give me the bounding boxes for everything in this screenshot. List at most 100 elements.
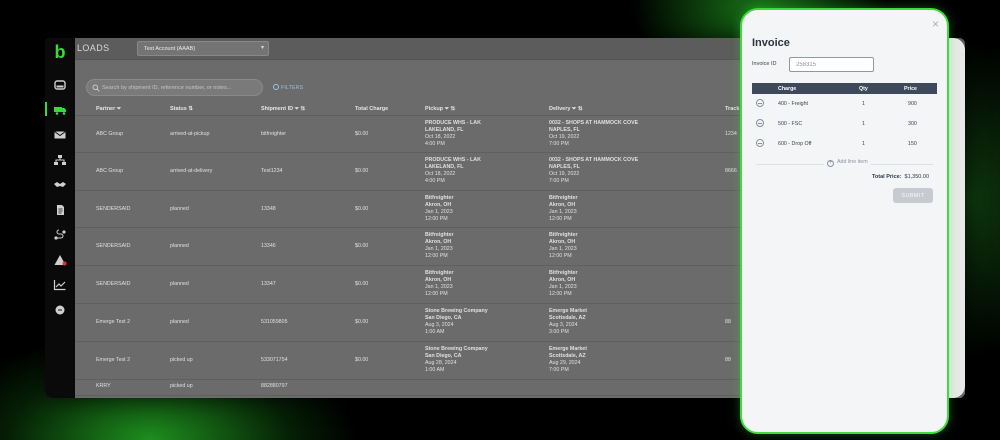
- status-cell: arrived-at-pickup: [170, 131, 210, 137]
- add-line-item-button[interactable]: + Add line item: [752, 158, 937, 170]
- search-box[interactable]: [86, 79, 263, 96]
- route-icon[interactable]: [53, 228, 67, 240]
- status-cell: arrived-at-delivery: [170, 168, 213, 174]
- track-cell: 8666: [725, 168, 737, 174]
- pickup-cell: Bitfreighter Akron, OH Jan 1, 2023 12:00 PM: [425, 270, 454, 298]
- delivery-name: Bitfreighter: [549, 270, 578, 276]
- submit-button[interactable]: SUBMIT: [893, 188, 933, 203]
- delivery-time: 7:00 PM: [549, 367, 569, 373]
- line-qty[interactable]: 1: [862, 141, 865, 147]
- invoice-table-header: Charge Qty Price: [752, 83, 937, 94]
- remove-line-icon[interactable]: [756, 119, 764, 127]
- chat-icon[interactable]: [53, 303, 67, 315]
- pickup-date: Jan 1, 2023: [425, 209, 453, 215]
- pickup-date: Aug 28, 2024: [425, 360, 457, 366]
- delivery-cell: 0032 - SHOPS AT HAMMOCK COVE NAPLES, FL Oc…: [549, 120, 638, 148]
- line-charge[interactable]: 500 - FSC: [778, 121, 802, 127]
- account-select[interactable]: Test Account (AAAB) ▾: [137, 41, 269, 56]
- invoice-line-item: 600 - Drop Off 1 150: [752, 134, 937, 154]
- pickup-city: Akron, OH: [425, 277, 452, 283]
- document-icon[interactable]: [53, 203, 67, 215]
- partner-cell: Emerge Test 2: [96, 319, 131, 325]
- total-price: Total Price: $1,350.00: [872, 174, 929, 180]
- invoice-line-item: 400 - Freight 1 900: [752, 94, 937, 114]
- filter-icon: [273, 84, 279, 90]
- pickup-city: Akron, OH: [425, 202, 452, 208]
- truck-icon[interactable]: [53, 103, 67, 115]
- line-charge[interactable]: 400 - Freight: [778, 101, 808, 107]
- delivery-city: Scottsdale, AZ: [549, 315, 586, 321]
- column-header-status[interactable]: Status ⇅: [170, 106, 193, 112]
- remove-line-icon[interactable]: [756, 99, 764, 107]
- network-icon[interactable]: [53, 153, 67, 165]
- price-column-header: Price: [904, 86, 917, 92]
- status-cell: planned: [170, 319, 189, 325]
- partner-cell: Emerge Test 2: [96, 357, 131, 363]
- pickup-date: Jan 1, 2023: [425, 246, 453, 252]
- track-cell: 88: [725, 319, 731, 325]
- pickup-time: 1:00 AM: [425, 367, 445, 373]
- mail-icon[interactable]: [53, 128, 67, 140]
- delivery-date: Aug 3, 2024: [549, 322, 578, 328]
- line-price[interactable]: 900: [908, 101, 917, 107]
- column-header-pickup[interactable]: Pickup ⏷ ⇅: [425, 106, 455, 113]
- line-qty[interactable]: 1: [862, 121, 865, 127]
- chevron-down-icon: ▾: [260, 45, 264, 51]
- close-icon[interactable]: ×: [932, 18, 939, 30]
- alert-icon[interactable]: [53, 253, 67, 266]
- search-input[interactable]: [102, 83, 257, 93]
- delivery-cell: Emerge Market Scottsdale, AZ Aug 29, 2024 7…: [549, 346, 587, 374]
- line-charge[interactable]: 600 - Drop Off: [778, 141, 811, 147]
- status-cell: picked up: [170, 383, 193, 389]
- pickup-time: 12:00 PM: [425, 253, 448, 259]
- column-header-total-charge[interactable]: Total Charge: [355, 106, 388, 112]
- qty-column-header: Qty: [859, 86, 868, 92]
- shipment-id-cell: 533071754: [261, 357, 288, 363]
- delivery-date: Aug 29, 2024: [549, 360, 581, 366]
- shipment-id-cell: 13346: [261, 243, 276, 249]
- line-qty[interactable]: 1: [862, 101, 865, 107]
- delivery-name: 0032 - SHOPS AT HAMMOCK COVE: [549, 120, 639, 126]
- pickup-cell: PRODUCE WHS - LAK LAKELAND, FL Oct 18, 202…: [425, 157, 481, 185]
- active-nav-indicator: [45, 102, 47, 116]
- status-cell: planned: [170, 281, 189, 287]
- pickup-name: PRODUCE WHS - LAK: [425, 157, 481, 163]
- shipment-id-cell: 531059805: [261, 319, 288, 325]
- line-price[interactable]: 150: [908, 141, 917, 147]
- brand-logo[interactable]: b: [50, 42, 70, 62]
- dashboard-icon[interactable]: [53, 78, 67, 90]
- pickup-time: 4:00 PM: [425, 178, 445, 184]
- delivery-date: Oct 19, 2022: [549, 171, 580, 177]
- remove-line-icon[interactable]: [756, 139, 764, 147]
- column-header-track[interactable]: Track: [725, 106, 739, 112]
- delivery-time: 12:00 PM: [549, 291, 572, 297]
- delivery-time: 3:00 PM: [549, 329, 569, 335]
- delivery-cell: Emerge Market Scottsdale, AZ Aug 3, 2024 3:…: [549, 308, 587, 336]
- chart-icon[interactable]: [53, 278, 67, 291]
- partner-cell: SENDERSAID: [96, 243, 131, 249]
- pickup-city: San Diego, CA: [425, 315, 462, 321]
- pickup-cell: Bitfreighter Akron, OH Jan 1, 2023 12:00 PM: [425, 195, 454, 223]
- line-price[interactable]: 300: [908, 121, 917, 127]
- total-price-value: $1,350.00: [904, 174, 929, 180]
- total-charge-cell: $0.00: [355, 206, 369, 212]
- partner-cell: SENDERSAID: [96, 281, 131, 287]
- column-header-shipment-id[interactable]: Shipment ID ⏷ ⇅: [261, 106, 306, 113]
- column-header-partner[interactable]: Partner ⏷: [96, 106, 121, 113]
- delivery-date: Jan 1, 2023: [549, 209, 577, 215]
- shipment-id-cell: bitfreighter: [261, 131, 287, 137]
- status-cell: planned: [170, 243, 189, 249]
- invoice-id-input[interactable]: [789, 57, 874, 72]
- filters-label: FILTERS: [281, 85, 304, 91]
- delivery-city: Scottsdale, AZ: [549, 353, 586, 359]
- delivery-city: NAPLES, FL: [549, 127, 580, 133]
- total-charge-cell: $0.00: [355, 168, 369, 174]
- delivery-cell: 0032 - SHOPS AT HAMMOCK COVE NAPLES, FL Oc…: [549, 157, 638, 185]
- pickup-city: Akron, OH: [425, 239, 452, 245]
- delivery-city: NAPLES, FL: [549, 164, 580, 170]
- filters-button[interactable]: FILTERS: [273, 84, 303, 91]
- handshake-icon[interactable]: [53, 178, 67, 190]
- pickup-name: Stone Brewing Company: [425, 346, 488, 352]
- pickup-name: PRODUCE WHS - LAK: [425, 120, 481, 126]
- column-header-delivery[interactable]: Delivery ⏷ ⇅: [549, 106, 583, 113]
